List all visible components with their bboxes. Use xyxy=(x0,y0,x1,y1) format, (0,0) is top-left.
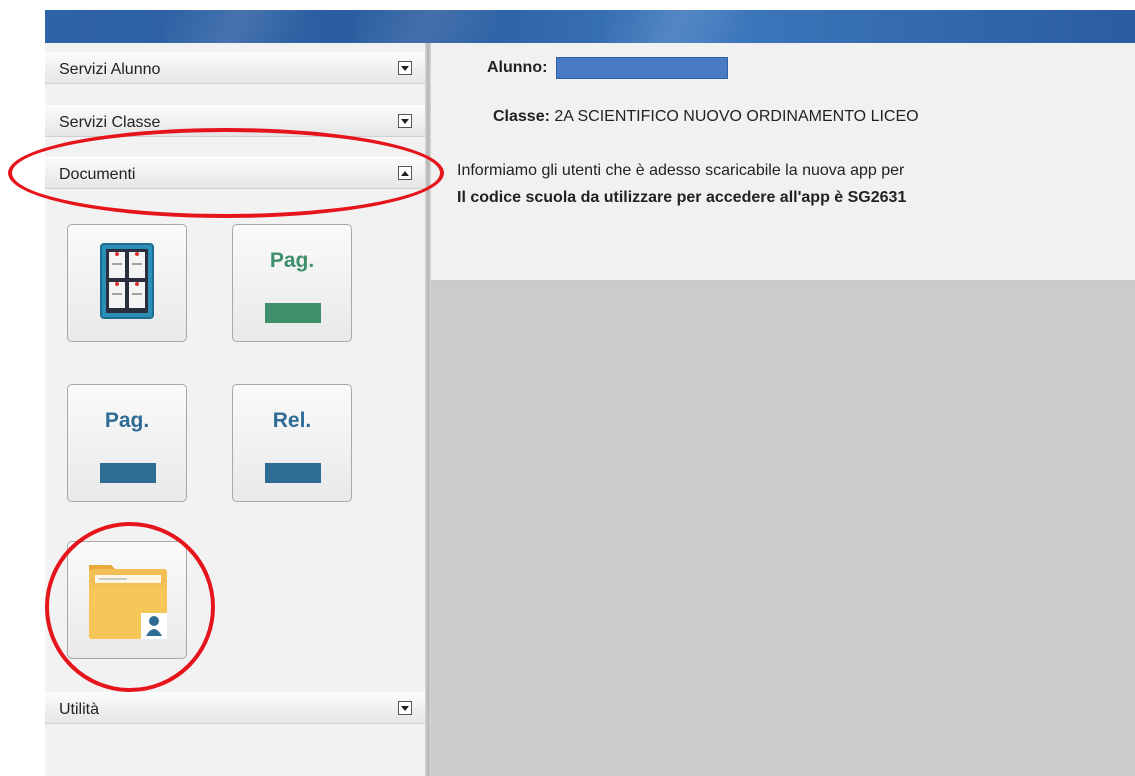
pagella-button[interactable]: Pag. xyxy=(232,224,352,342)
class-value: 2A SCIENTIFICO NUOVO ORDINAMENTO LICEO xyxy=(554,108,919,125)
user-folder-icon xyxy=(89,565,167,639)
accordion-label: Utilità xyxy=(59,701,100,718)
sidebar: Servizi Alunno Servizi Classe Documenti xyxy=(45,43,425,776)
user-folder-button[interactable] xyxy=(67,541,187,659)
top-banner xyxy=(45,10,1135,43)
pagella-2-button[interactable]: Pag. xyxy=(67,384,187,502)
redacted-student-name xyxy=(555,57,728,79)
notice-line-2: Il codice scuola da utilizzare per acced… xyxy=(457,189,907,206)
accordion-label: Servizi Alunno xyxy=(59,61,161,78)
blue-bar-icon xyxy=(265,463,321,483)
bacheca-button[interactable] xyxy=(67,224,187,342)
expand-icon[interactable] xyxy=(398,61,412,75)
green-bar-icon xyxy=(265,303,321,323)
notice-line-1: Informiamo gli utenti che è adesso scari… xyxy=(457,162,905,179)
relazione-label: Rel. xyxy=(272,409,312,432)
blue-bar-icon xyxy=(100,463,156,483)
expand-icon[interactable] xyxy=(398,701,412,715)
student-info-panel: Alunno: Classe: 2A SCIENTIFICO NUOVO ORD… xyxy=(431,43,1135,282)
accordion-utilita[interactable]: Utilità xyxy=(45,692,425,724)
bulletin-board-icon xyxy=(100,243,154,319)
expand-icon[interactable] xyxy=(398,114,412,128)
relazione-button[interactable]: Rel. xyxy=(232,384,352,502)
accordion-servizi-alunno[interactable]: Servizi Alunno xyxy=(45,52,425,84)
accordion-label: Servizi Classe xyxy=(59,114,161,131)
class-label: Classe: xyxy=(493,108,550,125)
content-area xyxy=(431,282,1135,776)
student-label: Alunno: xyxy=(487,59,548,77)
accordion-servizi-classe[interactable]: Servizi Classe xyxy=(45,105,425,137)
student-row: Alunno: xyxy=(487,57,728,79)
accordion-label: Documenti xyxy=(59,166,136,183)
accordion-documenti[interactable]: Documenti xyxy=(45,157,425,189)
collapse-icon[interactable] xyxy=(398,166,412,180)
pagella-2-label: Pag. xyxy=(104,409,150,432)
class-row: Classe: 2A SCIENTIFICO NUOVO ORDINAMENTO… xyxy=(493,108,919,126)
pagella-label: Pag. xyxy=(269,249,315,272)
